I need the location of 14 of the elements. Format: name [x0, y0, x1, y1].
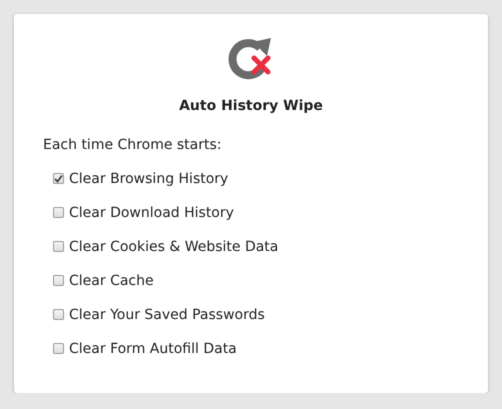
checkbox[interactable] [53, 309, 64, 320]
option-label[interactable]: Clear Form Autofill Data [69, 340, 237, 356]
app-title: Auto History Wipe [179, 98, 323, 114]
checkbox[interactable] [53, 275, 64, 286]
option-label[interactable]: Clear Download History [69, 204, 234, 220]
checkbox[interactable] [53, 173, 64, 184]
checkbox[interactable] [53, 241, 64, 252]
option-label[interactable]: Clear Cookies & Website Data [69, 238, 278, 254]
intro-text: Each time Chrome starts: [43, 137, 223, 153]
checkbox[interactable] [53, 207, 64, 218]
option-label[interactable]: Clear Browsing History [69, 170, 228, 186]
option-label[interactable]: Clear Your Saved Passwords [69, 306, 265, 322]
checkbox[interactable] [53, 343, 64, 354]
option-label[interactable]: Clear Cache [69, 272, 154, 288]
